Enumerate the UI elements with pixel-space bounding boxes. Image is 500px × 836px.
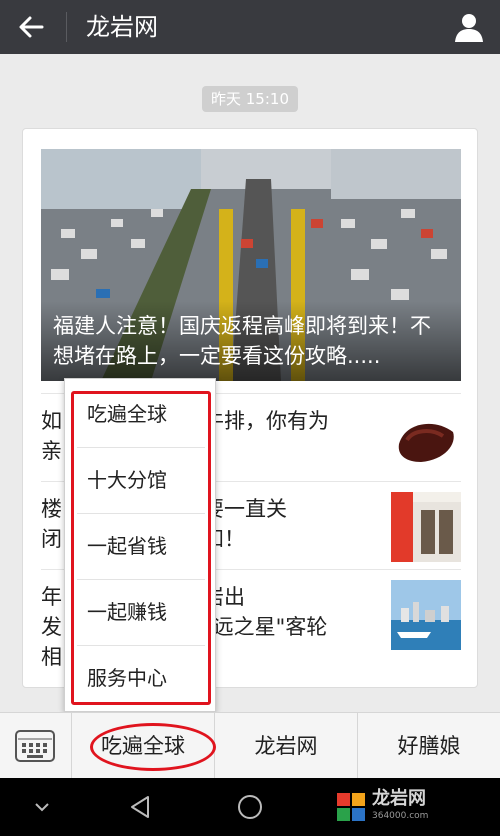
menu-item-ten-branches[interactable]: 十大分馆 [77, 447, 205, 513]
back-arrow-icon[interactable] [14, 10, 48, 44]
menu-item-earn-money[interactable]: 一起赚钱 [77, 579, 205, 645]
nav-home-icon[interactable] [234, 791, 266, 823]
menu-item-save-money[interactable]: 一起省钱 [77, 513, 205, 579]
chevron-down-icon[interactable] [26, 791, 58, 823]
user-profile-icon[interactable] [452, 10, 486, 44]
watermark-title: 龙岩网 [372, 788, 426, 809]
chat-title: 龙岩网 [86, 13, 158, 41]
menu-item-service-center[interactable]: 服务中心 [77, 645, 205, 711]
hero-image[interactable]: 福建人注意！国庆返程高峰即将到来！不想堵在路上，一定要看这份攻略..... [41, 149, 461, 381]
top-bar: 龙岩网 [0, 0, 500, 54]
tab-eat-global[interactable]: 吃遍全球 [72, 713, 215, 779]
logo-icon [337, 793, 365, 821]
news-thumbnail [391, 404, 461, 474]
keyboard-toggle-button[interactable] [0, 713, 72, 779]
header-divider [66, 12, 67, 42]
news-thumbnail [391, 492, 461, 562]
tab-submenu-popup: 吃遍全球 十大分馆 一起省钱 一起赚钱 服务中心 [64, 378, 216, 712]
system-navigation-bar: 龙岩网 364000.com [0, 778, 500, 836]
news-thumbnail [391, 580, 461, 650]
bottom-menu-bar: 吃遍全球 龙岩网 好膳娘 [0, 712, 500, 779]
watermark-url: 364000.com [372, 811, 429, 821]
message-timestamp: 昨天 15:10 [202, 86, 298, 112]
nav-back-icon[interactable] [124, 791, 156, 823]
tab-haoshanniang[interactable]: 好膳娘 [358, 713, 500, 779]
site-watermark: 龙岩网 364000.com [334, 786, 494, 830]
tab-longyan[interactable]: 龙岩网 [215, 713, 358, 779]
article-headline: 福建人注意！国庆返程高峰即将到来！不想堵在路上，一定要看这份攻略..... [41, 301, 461, 381]
menu-item-eat-global[interactable]: 吃遍全球 [77, 381, 205, 447]
